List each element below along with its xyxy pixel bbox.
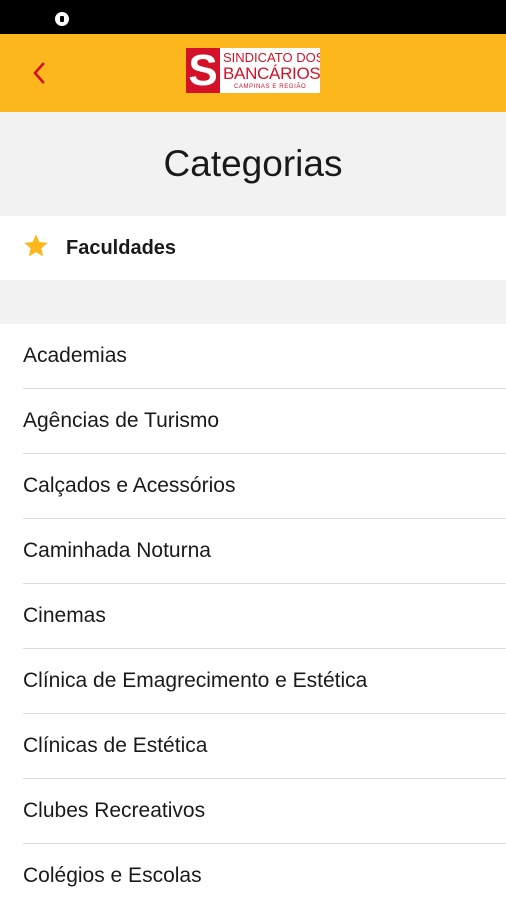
list-item[interactable]: Academias bbox=[0, 324, 506, 389]
logo-line-3: CAMPINAS E REGIÃO bbox=[234, 84, 307, 90]
page-title: Categorias bbox=[163, 143, 343, 184]
category-label: Cinemas bbox=[23, 604, 106, 627]
category-label: Calçados e Acessórios bbox=[23, 474, 236, 497]
back-button[interactable] bbox=[24, 58, 54, 88]
list-item[interactable]: Caminhada Noturna bbox=[0, 519, 506, 584]
title-band: Categorias bbox=[0, 112, 506, 216]
list-item[interactable]: Clínica de Emagrecimento e Estética bbox=[0, 649, 506, 714]
union-logo: S SINDICATO DOS BANCÁRIOS CAMPINAS E REG… bbox=[186, 48, 320, 93]
favorite-item[interactable]: Faculdades bbox=[0, 216, 506, 280]
app-bar: S SINDICATO DOS BANCÁRIOS CAMPINAS E REG… bbox=[0, 34, 506, 112]
list-item[interactable]: Clubes Recreativos bbox=[0, 779, 506, 844]
category-label: Clínicas de Estética bbox=[23, 734, 208, 757]
category-label: Clubes Recreativos bbox=[23, 799, 206, 822]
status-bar bbox=[0, 0, 506, 34]
notification-icon bbox=[55, 12, 69, 26]
category-label: Colégios e Escolas bbox=[23, 864, 202, 887]
chevron-left-icon bbox=[33, 62, 45, 84]
category-label: Clínica de Emagrecimento e Estética bbox=[23, 669, 368, 692]
logo-line-1: SINDICATO DOS bbox=[223, 50, 320, 65]
star-icon bbox=[24, 234, 48, 257]
list-item[interactable]: Clínicas de Estética bbox=[0, 714, 506, 779]
logo-mark: S bbox=[186, 48, 220, 93]
category-label: Academias bbox=[23, 344, 127, 367]
list-item[interactable]: Cinemas bbox=[0, 584, 506, 649]
category-list: Academias Agências de Turismo Calçados e… bbox=[0, 324, 506, 909]
section-separator bbox=[0, 280, 506, 324]
favorite-label: Faculdades bbox=[66, 237, 177, 259]
category-label: Agências de Turismo bbox=[23, 409, 220, 432]
list-item[interactable]: Colégios e Escolas bbox=[0, 844, 506, 909]
list-item[interactable]: Calçados e Acessórios bbox=[0, 454, 506, 519]
category-label: Caminhada Noturna bbox=[23, 539, 211, 562]
list-item[interactable]: Agências de Turismo bbox=[0, 389, 506, 454]
logo-line-2: BANCÁRIOS bbox=[223, 64, 320, 83]
